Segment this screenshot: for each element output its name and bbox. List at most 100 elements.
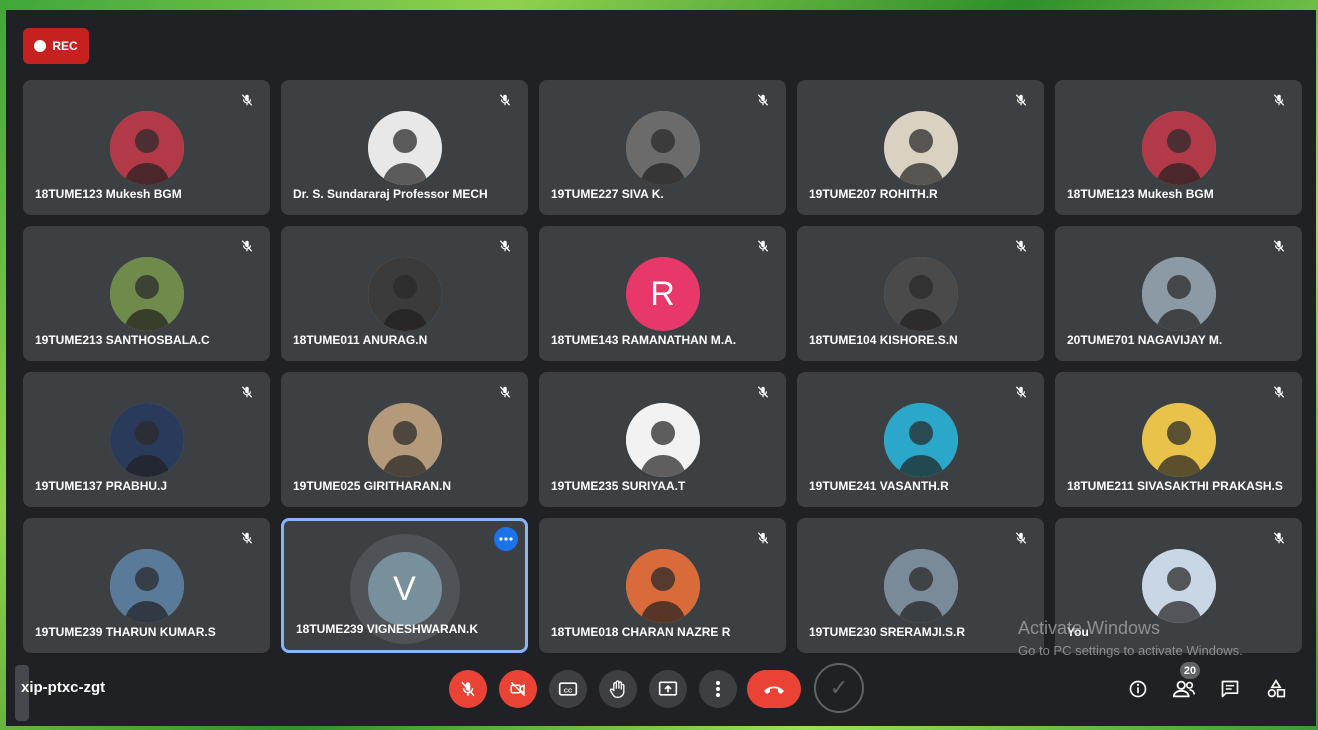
camera-toggle-button[interactable] [499, 670, 537, 708]
raise-hand-icon [609, 680, 625, 698]
watermark-title: Activate Windows [1018, 618, 1161, 638]
avatar [109, 257, 184, 331]
info-icon [1129, 680, 1147, 698]
muted-mic-icon [236, 235, 258, 257]
muted-mic-icon [236, 527, 258, 549]
closed-captions-icon: CC [558, 682, 578, 696]
participant-tile[interactable]: V 18TUME239 VIGNESHWARAN.K [281, 518, 528, 653]
participant-name: 19TUME025 GIRITHARAN.N [293, 479, 452, 493]
muted-mic-icon [752, 89, 774, 111]
avatar [1141, 403, 1216, 477]
control-bar: xip-ptxc-zgt CC ✓ 20 [6, 662, 1316, 726]
muted-mic-icon [1268, 527, 1290, 549]
participant-name: 19TUME241 VASANTH.R [809, 479, 949, 493]
participant-tile[interactable]: 20TUME701 NAGAVIJAY M. [1055, 226, 1302, 361]
muted-mic-icon [1268, 235, 1290, 257]
muted-mic-icon [494, 89, 516, 111]
avatar [109, 549, 184, 623]
participant-name: Dr. S. Sundararaj Professor MECH [293, 187, 488, 201]
participant-tile[interactable]: 18TUME123 Mukesh BGM [23, 80, 270, 215]
muted-mic-icon [752, 527, 774, 549]
checkmark-icon: ✓ [829, 675, 849, 700]
avatar [109, 111, 184, 185]
avatar [625, 403, 700, 477]
chat-icon [1221, 680, 1239, 698]
raise-hand-button[interactable] [599, 670, 637, 708]
check-overlay-button[interactable]: ✓ [814, 663, 864, 713]
participant-tile[interactable]: 19TUME235 SURIYAA.T [539, 372, 786, 507]
participant-name: 19TUME230 SRERAMJI.S.R [809, 625, 966, 639]
activities-button[interactable] [1262, 675, 1290, 703]
more-options-button[interactable] [699, 670, 737, 708]
participant-tile[interactable]: 19TUME207 ROHITH.R [797, 80, 1044, 215]
avatar [109, 403, 184, 477]
avatar [625, 549, 700, 623]
participant-name: 19TUME239 THARUN KUMAR.S [35, 625, 216, 639]
shapes-icon [1267, 679, 1286, 698]
participant-tile[interactable]: 19TUME241 VASANTH.R [797, 372, 1044, 507]
participant-tile[interactable]: 18TUME011 ANURAG.N [281, 226, 528, 361]
muted-mic-icon [1010, 235, 1032, 257]
recording-indicator: REC [23, 28, 89, 64]
muted-mic-icon [752, 381, 774, 403]
participant-name: 18TUME123 Mukesh BGM [35, 187, 182, 201]
tile-options-button[interactable] [494, 527, 518, 551]
leave-call-button[interactable] [747, 670, 801, 708]
avatar [367, 257, 442, 331]
muted-mic-icon [752, 235, 774, 257]
avatar [883, 257, 958, 331]
chat-button[interactable] [1216, 675, 1244, 703]
participant-grid: 18TUME123 Mukesh BGM Dr. S. Sundararaj Pr… [23, 80, 1302, 653]
record-dot-icon [34, 40, 47, 52]
meeting-code: xip-ptxc-zgt [21, 679, 106, 696]
participant-tile[interactable]: 18TUME018 CHARAN NAZRE R [539, 518, 786, 653]
participant-tile[interactable]: 19TUME230 SRERAMJI.S.R [797, 518, 1044, 653]
present-screen-button[interactable] [649, 670, 687, 708]
participant-name: 18TUME104 KISHORE.S.N [809, 333, 958, 347]
participant-name: 19TUME227 SIVA K. [551, 187, 664, 201]
participant-name: 19TUME235 SURIYAA.T [551, 479, 686, 493]
muted-mic-icon [1010, 381, 1032, 403]
participant-tile[interactable]: 18TUME104 KISHORE.S.N [797, 226, 1044, 361]
muted-mic-icon [1268, 381, 1290, 403]
svg-text:CC: CC [564, 688, 573, 694]
avatar [625, 111, 700, 185]
people-button[interactable] [1170, 675, 1198, 703]
avatar [1141, 549, 1216, 623]
recording-label: REC [52, 39, 78, 53]
meeting-details-button[interactable] [1124, 675, 1152, 703]
participant-name: 18TUME011 ANURAG.N [293, 333, 428, 347]
participant-tile[interactable]: 18TUME211 SIVASAKTHI PRAKASH.S [1055, 372, 1302, 507]
participant-tile[interactable]: 19TUME227 SIVA K. [539, 80, 786, 215]
avatar [367, 403, 442, 477]
watermark-subtitle: Go to PC settings to activate Windows. [1018, 643, 1243, 658]
participant-tile[interactable]: R 18TUME143 RAMANATHAN M.A. [539, 226, 786, 361]
meeting-window: REC 18TUME123 Mukesh BGM Dr. S. Sundarara… [6, 10, 1316, 726]
captions-button[interactable]: CC [549, 670, 587, 708]
participant-name: 18TUME143 RAMANATHAN M.A. [551, 333, 737, 347]
participant-tile[interactable]: 18TUME123 Mukesh BGM [1055, 80, 1302, 215]
participant-tile[interactable]: 19TUME025 GIRITHARAN.N [281, 372, 528, 507]
participant-name: 20TUME701 NAGAVIJAY M. [1067, 333, 1223, 347]
muted-mic-icon [494, 381, 516, 403]
camera-off-icon [510, 681, 526, 697]
present-screen-icon [658, 681, 678, 696]
participant-name: 19TUME207 ROHITH.R [809, 187, 938, 201]
muted-mic-icon [1010, 527, 1032, 549]
participant-tile[interactable]: Dr. S. Sundararaj Professor MECH [281, 80, 528, 215]
participant-tile[interactable]: 19TUME213 SANTHOSBALA.C [23, 226, 270, 361]
avatar [1141, 257, 1216, 331]
participant-name: 18TUME239 VIGNESHWARAN.K [296, 622, 479, 636]
avatar [883, 549, 958, 623]
avatar-letter: R [625, 257, 700, 331]
muted-mic-icon [1010, 89, 1032, 111]
muted-mic-icon [1268, 89, 1290, 111]
hang-up-icon [764, 686, 784, 694]
muted-mic-icon [236, 381, 258, 403]
muted-mic-icon [494, 235, 516, 257]
avatar [883, 403, 958, 477]
microphone-toggle-button[interactable] [449, 670, 487, 708]
mic-off-icon [461, 681, 475, 697]
participant-tile[interactable]: 19TUME137 PRABHU.J [23, 372, 270, 507]
participant-tile[interactable]: 19TUME239 THARUN KUMAR.S [23, 518, 270, 653]
